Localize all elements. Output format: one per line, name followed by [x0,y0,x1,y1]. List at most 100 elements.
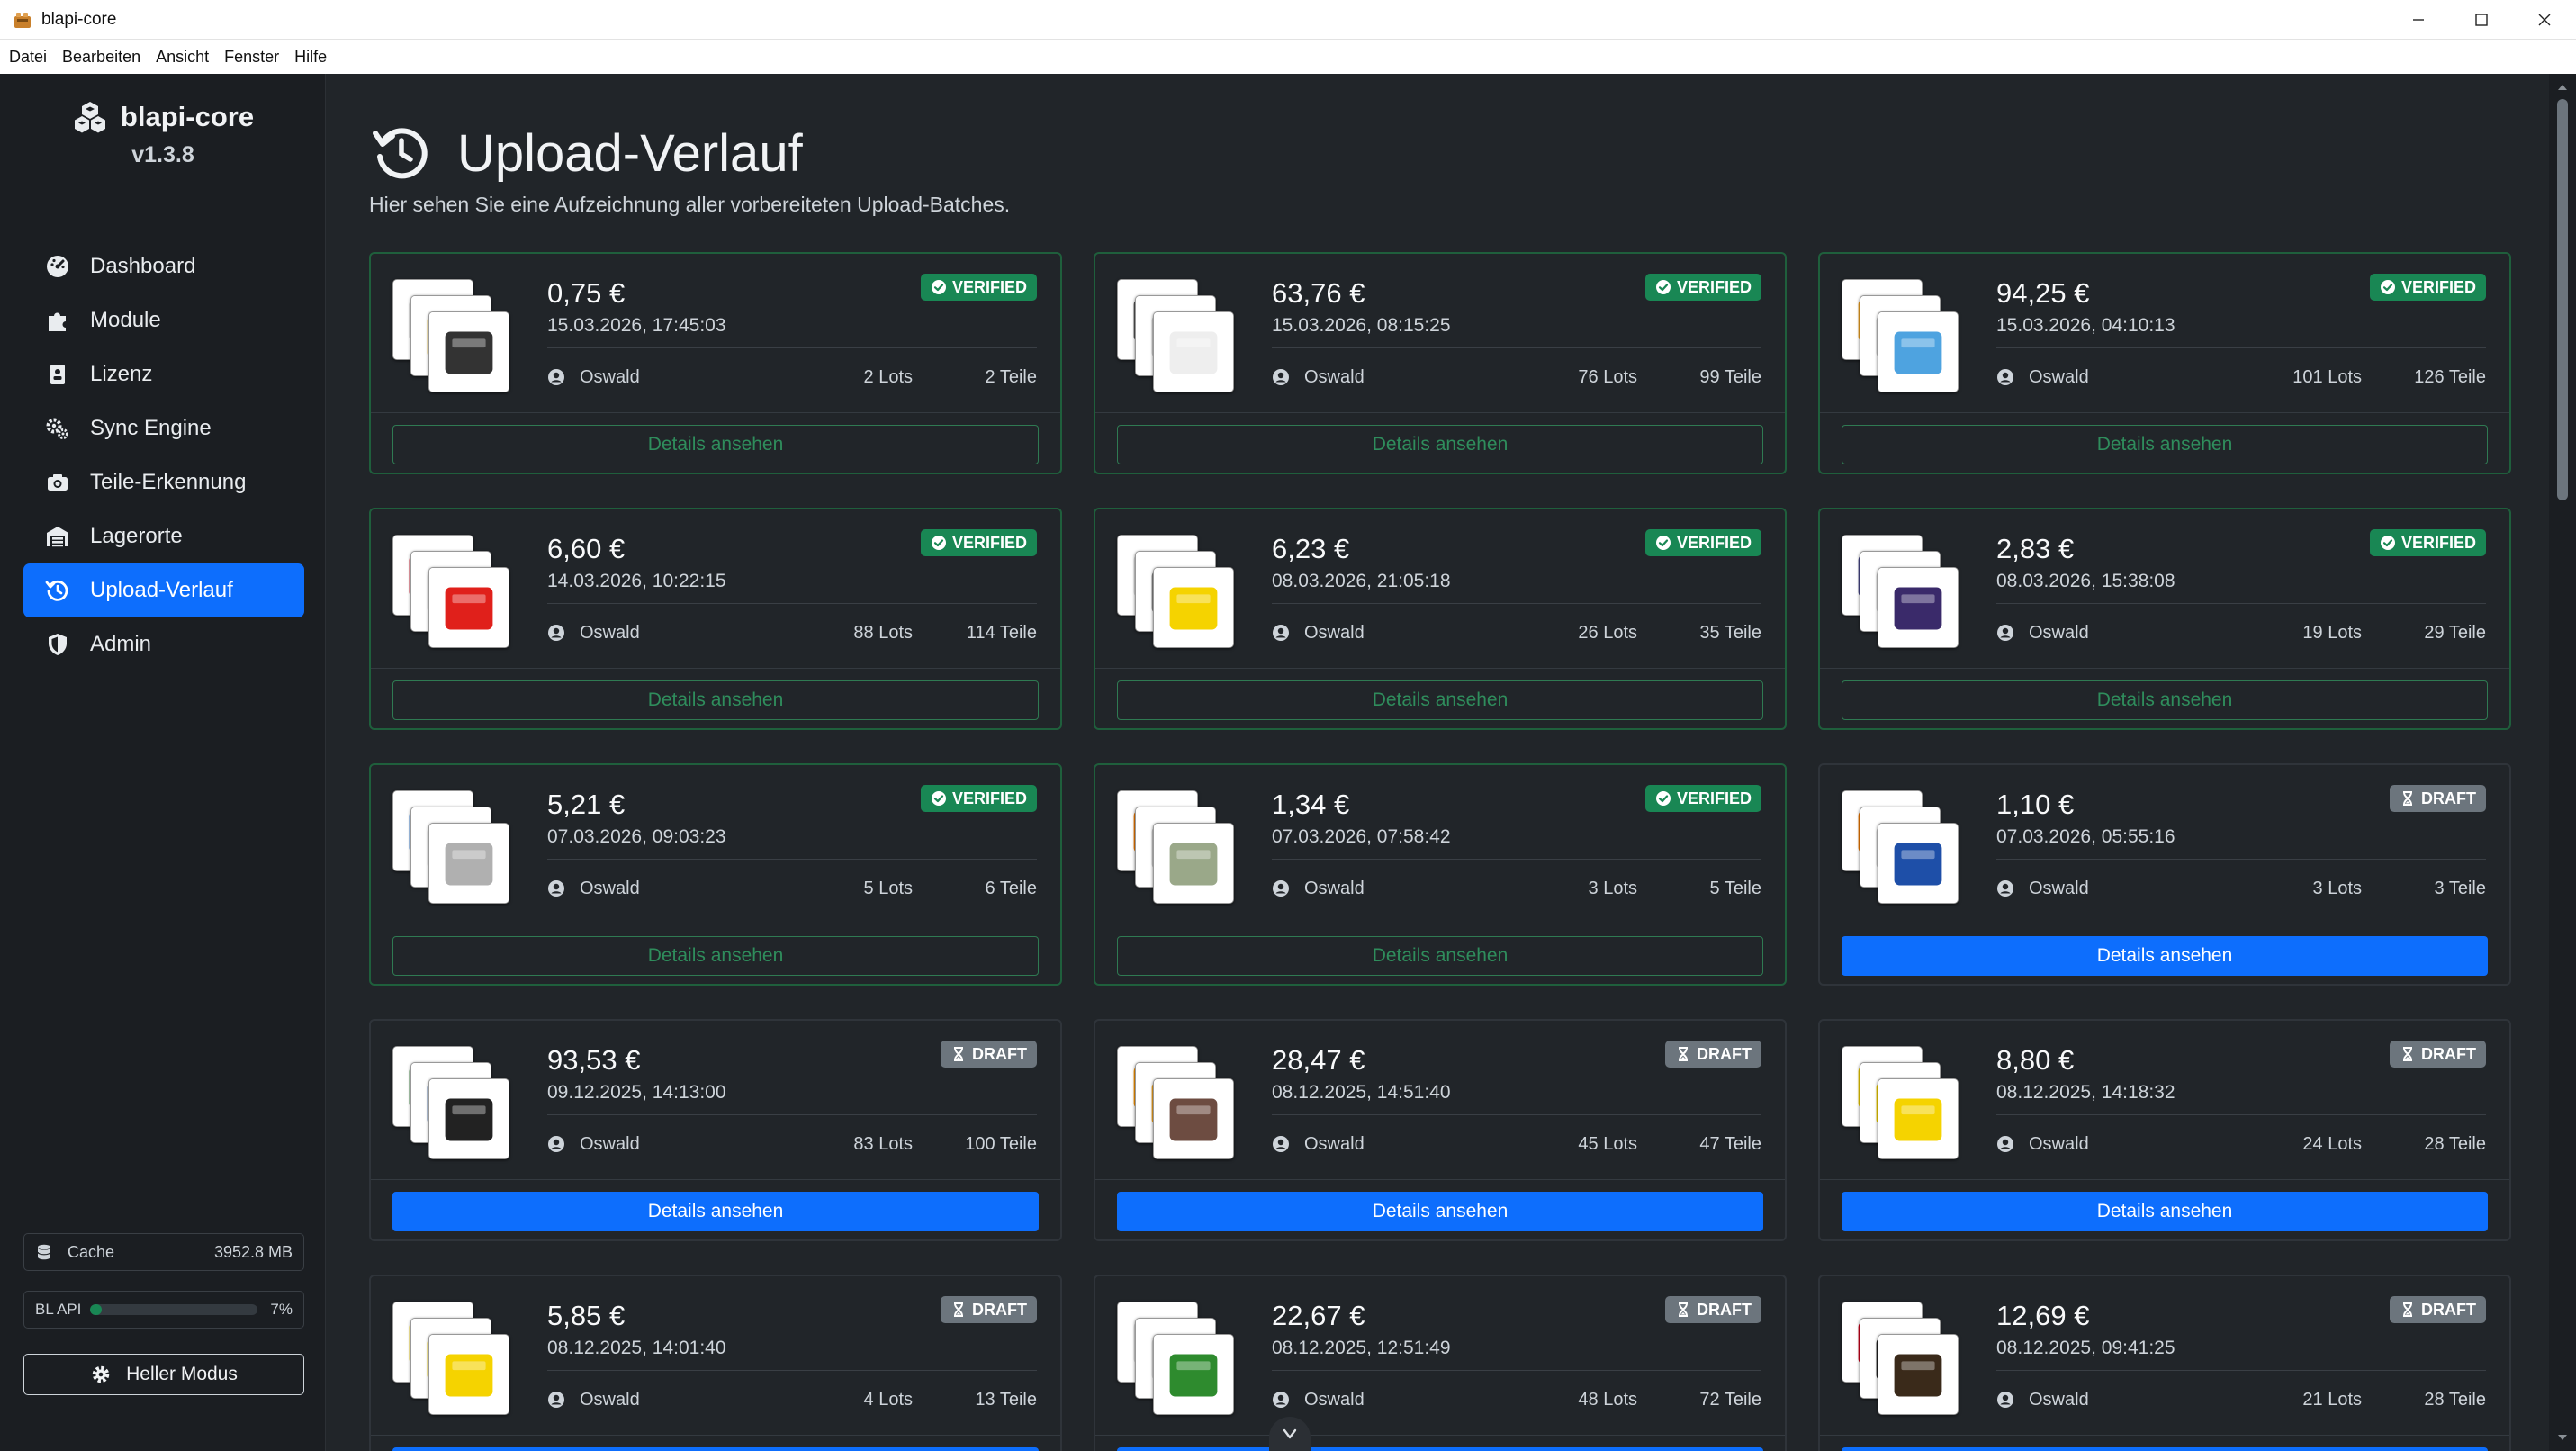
batch-card: 22,67 € 08.12.2025, 12:51:49 DRAFT Oswal… [1094,1275,1787,1451]
batch-lots: 101 Lots [2292,366,2362,387]
details-label: Details ansehen [647,689,784,710]
part-thumbnail [1878,823,1959,904]
details-button[interactable]: Details ansehen [1117,680,1763,720]
details-button[interactable]: Details ansehen [392,680,1039,720]
menu-datei[interactable]: Datei [9,48,47,67]
menu-ansicht[interactable]: Ansicht [156,48,209,67]
brand-name: blapi-core [120,101,255,132]
cache-label: Cache [68,1242,115,1261]
sidebar-item-dashboard[interactable]: Dashboard [23,239,304,293]
bl-api-status: BL API 7% [23,1291,304,1329]
light-mode-button[interactable]: Heller Modus [23,1354,304,1395]
status-badge: DRAFT [1665,1041,1761,1068]
details-button[interactable]: Details ansehen [1117,936,1763,976]
divider [1820,1179,2509,1180]
batch-price: 6,23 € [1272,533,1350,564]
batch-lots: 88 Lots [853,622,913,643]
batch-lots: 3 Lots [1588,878,1637,898]
details-button[interactable]: Details ansehen [392,1447,1039,1451]
page-header: Upload-Verlauf [371,122,803,184]
batch-price: 93,53 € [547,1044,641,1076]
menu-bar: Datei Bearbeiten Ansicht Fenster Hilfe [0,40,2576,74]
cubes-logo-icon [74,102,105,133]
thumbnail-stack [1842,535,1959,652]
batch-date: 15.03.2026, 17:45:03 [547,315,726,336]
batch-date: 07.03.2026, 09:03:23 [547,826,726,847]
scrollbar[interactable] [2549,74,2576,1451]
details-button[interactable]: Details ansehen [1117,425,1763,464]
hourglass-icon [1679,1047,1688,1061]
details-button[interactable]: Details ansehen [1117,1192,1763,1231]
page-subtitle: Hier sehen Sie eine Aufzeichnung aller v… [369,193,1011,216]
part-thumbnail [428,567,509,648]
sidebar-item-module[interactable]: Module [23,293,304,347]
menu-fenster[interactable]: Fenster [224,48,279,67]
minimize-button[interactable] [2387,0,2450,40]
sidebar-item-upload-verlauf[interactable]: Upload-Verlauf [23,563,304,617]
menu-bearbeiten[interactable]: Bearbeiten [62,48,140,67]
divider [1820,412,2509,413]
scroll-up-arrow-icon[interactable] [2556,81,2569,94]
details-button[interactable]: Details ansehen [1842,425,2488,464]
sidebar-item-lagerorte[interactable]: Lagerorte [23,509,304,563]
api-label: BL API [35,1301,82,1318]
details-button[interactable]: Details ansehen [1117,1447,1763,1451]
sidebar-item-teile-erkennung[interactable]: Teile-Erkennung [23,455,304,509]
puzzle-icon [45,308,70,333]
status-badge: DRAFT [2390,1296,2486,1323]
scrollbar-thumb[interactable] [2557,99,2568,500]
batch-user: Oswald [580,1389,640,1410]
sidebar-item-sync-engine[interactable]: Sync Engine [23,401,304,455]
gear-icon [92,1365,110,1383]
details-button[interactable]: Details ansehen [392,1192,1039,1231]
batch-meta: Oswald 45 Lots 47 Teile [1272,1132,1761,1156]
user-circle-icon [548,1136,564,1152]
user-circle-icon [1273,1136,1289,1152]
details-button[interactable]: Details ansehen [392,425,1039,464]
batch-date: 08.12.2025, 14:51:40 [1272,1082,1451,1103]
thumbnail-stack [1117,279,1234,396]
status-label: DRAFT [972,1300,1027,1319]
batch-teile: 99 Teile [1699,366,1761,387]
sidebar-item-lizenz[interactable]: Lizenz [23,347,304,401]
maximize-button[interactable] [2450,0,2513,40]
sidebar-item-admin[interactable]: Admin [23,617,304,671]
details-button[interactable]: Details ansehen [1842,936,2488,976]
status-badge: DRAFT [2390,1041,2486,1068]
batch-card: 2,83 € 08.03.2026, 15:38:08 VERIFIED Osw… [1818,508,2511,730]
status-badge: DRAFT [941,1296,1037,1323]
title-bar: blapi-core [0,0,2576,40]
status-badge: VERIFIED [1644,529,1761,556]
batch-meta: Oswald 3 Lots 3 Teile [1996,877,2486,900]
close-button[interactable] [2513,0,2576,40]
details-button[interactable]: Details ansehen [1842,680,2488,720]
scroll-down-arrow-icon[interactable] [2556,1431,2569,1444]
api-value: 7% [270,1301,293,1318]
details-button[interactable]: Details ansehen [392,936,1039,976]
batch-price: 63,76 € [1272,277,1365,309]
batch-teile: 2 Teile [985,366,1037,387]
thumbnail-stack [1842,1046,1959,1163]
details-button[interactable]: Details ansehen [1842,1192,2488,1231]
user-circle-icon [1997,1136,2013,1152]
scroll-down-hint[interactable] [1269,1417,1311,1451]
batch-price: 6,60 € [547,533,626,564]
details-label: Details ansehen [2096,434,2233,455]
status-label: VERIFIED [951,789,1027,807]
divider [1820,1435,2509,1436]
menu-hilfe[interactable]: Hilfe [294,48,327,67]
thumbnail-stack [1842,790,1959,907]
batch-teile: 114 Teile [966,622,1037,643]
divider [1996,1370,2486,1371]
details-label: Details ansehen [2096,689,2233,710]
hourglass-icon [2403,1047,2412,1061]
details-label: Details ansehen [1372,434,1509,455]
batch-date: 08.12.2025, 09:41:25 [1996,1338,2175,1358]
batch-price: 2,83 € [1996,533,2075,564]
details-button[interactable]: Details ansehen [1842,1447,2488,1451]
batch-card: 6,60 € 14.03.2026, 10:22:15 VERIFIED Osw… [369,508,1062,730]
batch-lots: 45 Lots [1578,1133,1637,1154]
status-label: VERIFIED [1676,789,1752,807]
divider [371,668,1060,669]
batch-teile: 28 Teile [2424,1133,2486,1154]
